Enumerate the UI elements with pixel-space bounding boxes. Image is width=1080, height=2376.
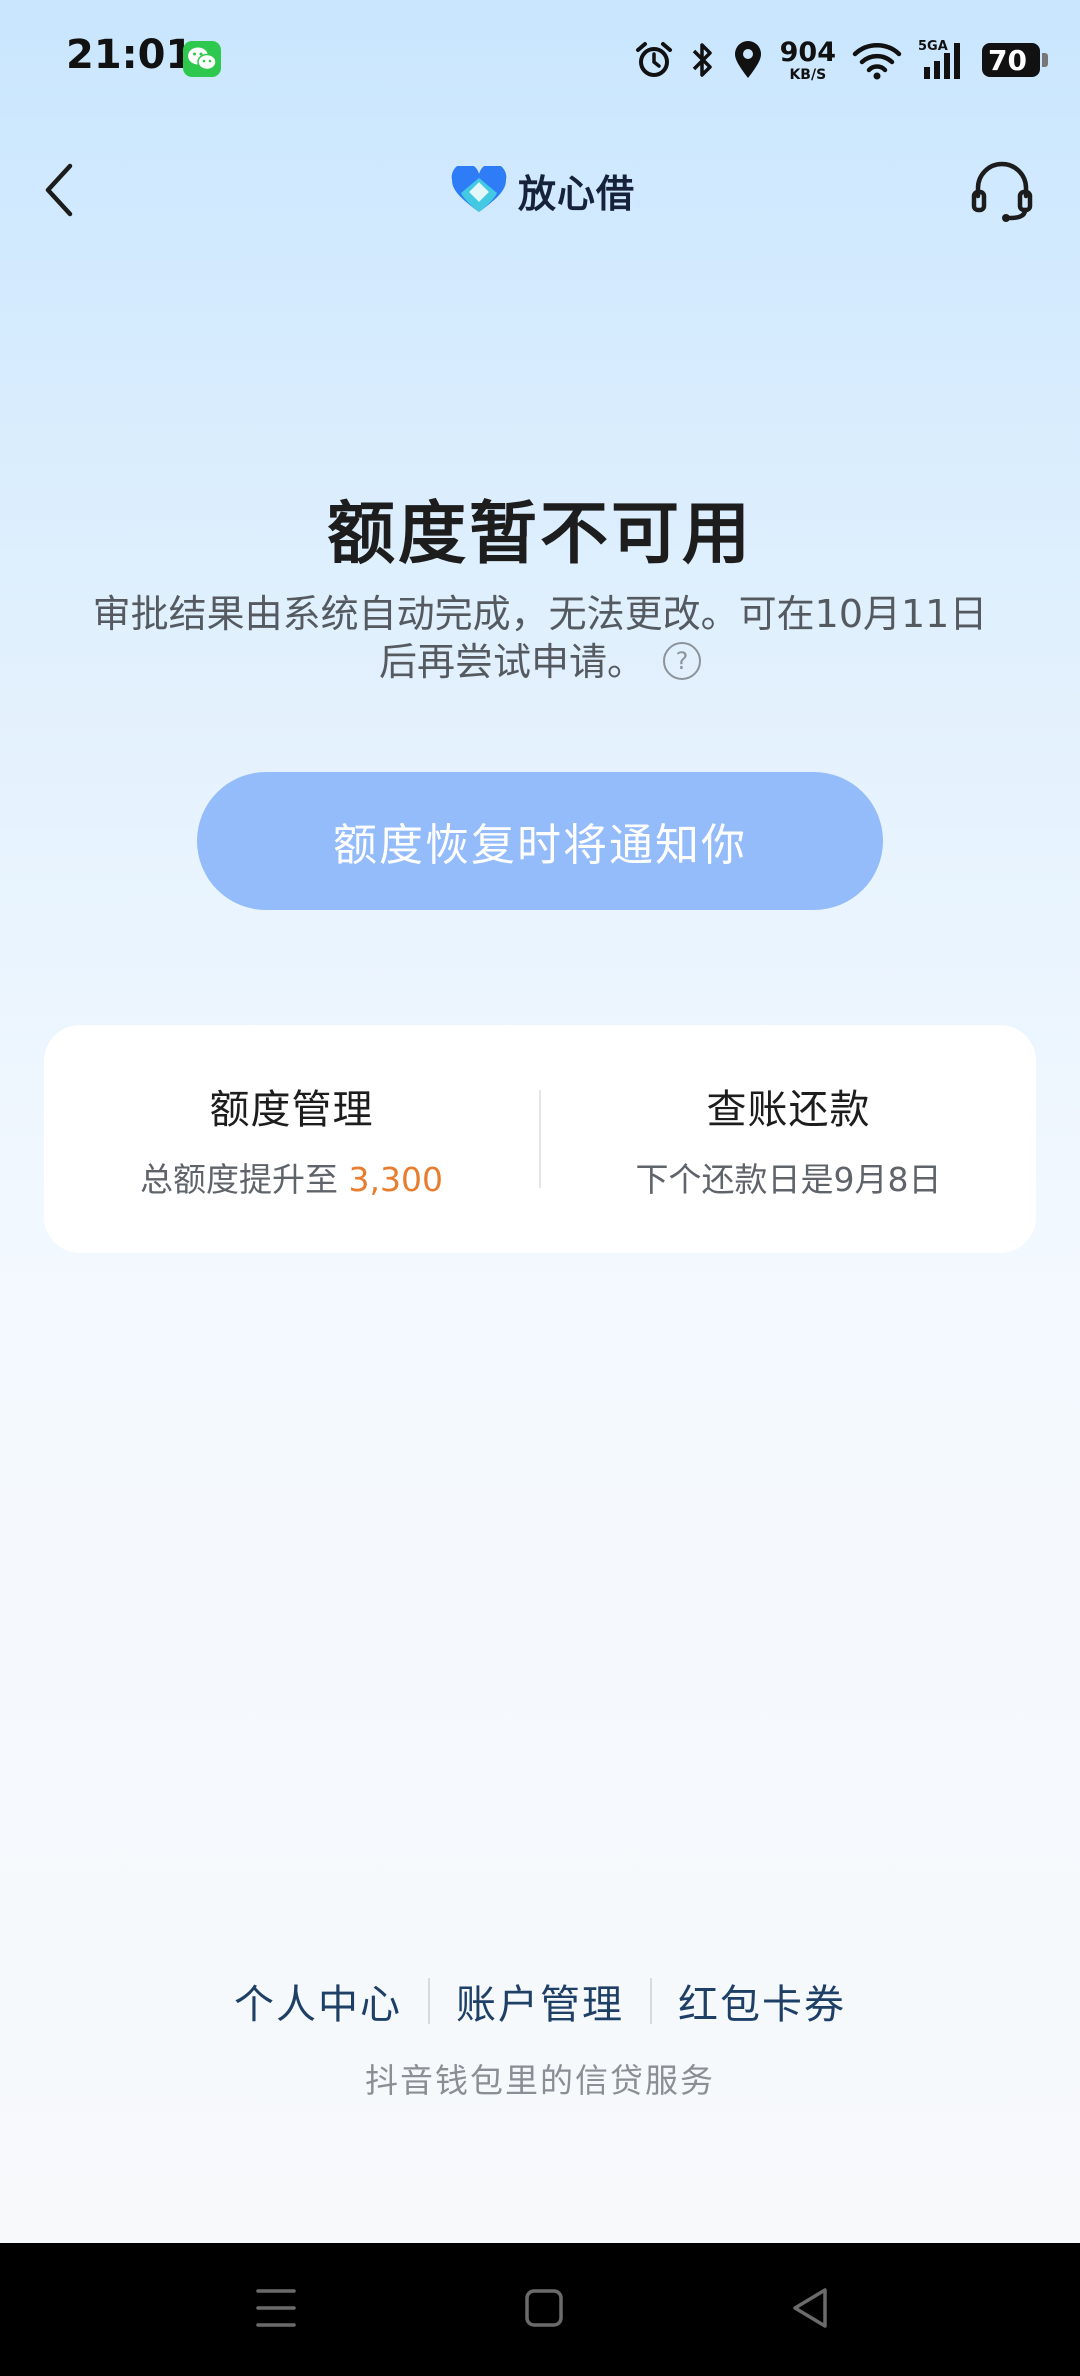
quota-amount: 3,300: [348, 1160, 443, 1199]
footer-note: 抖音钱包里的信贷服务: [365, 2061, 715, 2100]
bluetooth-icon: [692, 43, 712, 77]
status-icons: 904 KB/S 5GA 70: [634, 36, 1048, 84]
next-repayment-date: 下个还款日是9月8日: [635, 1160, 942, 1199]
battery-icon: 70: [982, 43, 1048, 77]
system-navigation-bar: [0, 2243, 1080, 2376]
status-description: 审批结果由系统自动完成，无法更改。可在10月11日后再尝试申请。?: [92, 592, 988, 684]
quota-management-subtitle: 总额度提升至 3,300: [140, 1160, 443, 1199]
brand-name: 放心借: [518, 171, 636, 216]
headset-icon[interactable]: [970, 158, 1034, 224]
signal-icon: [924, 43, 960, 79]
link-personal-center[interactable]: 个人中心: [208, 1972, 428, 2030]
footer-links: 个人中心 账户管理 红包卡券: [0, 1972, 1080, 2030]
status-bar: 21:01 904 KB/S 5GA 70: [0, 0, 1080, 120]
back-chevron-icon[interactable]: [40, 160, 80, 220]
brand-logo: 放心借: [450, 160, 635, 220]
link-coupons[interactable]: 红包卡券: [652, 1972, 872, 2030]
help-question-icon[interactable]: ?: [663, 641, 701, 680]
notify-on-restore-button[interactable]: 额度恢复时将通知你: [197, 772, 883, 910]
location-icon: [734, 41, 761, 78]
link-account-management[interactable]: 账户管理: [430, 1972, 650, 2030]
alarm-icon: [635, 42, 672, 77]
cellular-signal: 5GA: [918, 39, 966, 81]
bill-repayment-title: 查账还款: [706, 1087, 871, 1133]
wechat-notification-icon: [183, 41, 221, 77]
wifi-icon: [852, 43, 902, 80]
home-square-icon[interactable]: [524, 2283, 564, 2333]
back-triangle-icon[interactable]: [790, 2283, 830, 2333]
page-title: 额度暂不可用: [326, 495, 753, 574]
quota-management-title: 额度管理: [209, 1087, 374, 1133]
quota-management-entry[interactable]: 额度管理 总额度提升至 3,300: [44, 1025, 539, 1253]
bill-repayment-entry[interactable]: 查账还款 下个还款日是9月8日: [541, 1025, 1036, 1253]
network-speed: 904 KB/S: [779, 36, 836, 83]
account-card: 额度管理 总额度提升至 3,300 查账还款 下个还款日是9月8日: [44, 1025, 1036, 1253]
heart-logo-icon: [451, 166, 507, 212]
menu-icon[interactable]: [256, 2283, 296, 2333]
status-time: 21:01: [66, 32, 194, 78]
